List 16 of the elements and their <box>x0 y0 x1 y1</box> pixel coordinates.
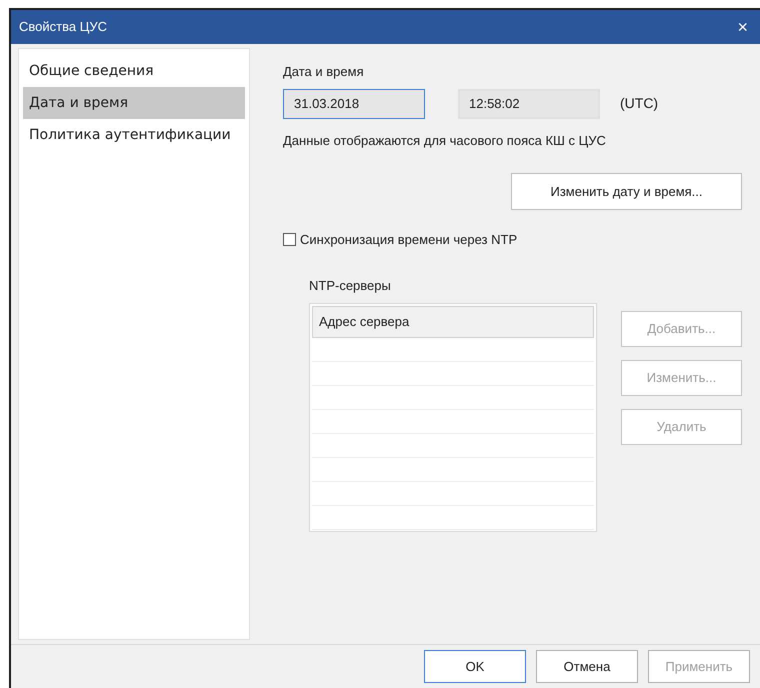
timezone-note: Данные отображаются для часового пояса КШ с ЦУС <box>283 132 607 150</box>
dialog-button[interactable]: OK <box>424 650 526 683</box>
ntp-checkbox[interactable]: Синхронизация времени через NTP <box>283 230 518 250</box>
column-header[interactable]: Адрес сервера <box>312 306 594 338</box>
sidebar-item[interactable]: Дата и время <box>23 87 245 119</box>
dialog-button[interactable]: Отмена <box>536 650 638 683</box>
sidebar-item[interactable]: Общие сведения <box>23 55 245 87</box>
window-title: Свойства ЦУС <box>19 18 107 36</box>
date-field[interactable]: 31.03.2018 <box>283 88 425 118</box>
section-heading: NTP-серверы <box>309 276 392 295</box>
timezone-label: (UTC) <box>620 94 658 113</box>
change-datetime-button[interactable]: Изменить дату и время... <box>511 173 742 210</box>
sidebar-item[interactable]: Политика аутентификации <box>23 119 245 151</box>
time-field[interactable]: 12:58:02 <box>458 88 600 118</box>
close-button[interactable]: × <box>733 18 752 36</box>
section-heading: Дата и время <box>283 63 365 81</box>
